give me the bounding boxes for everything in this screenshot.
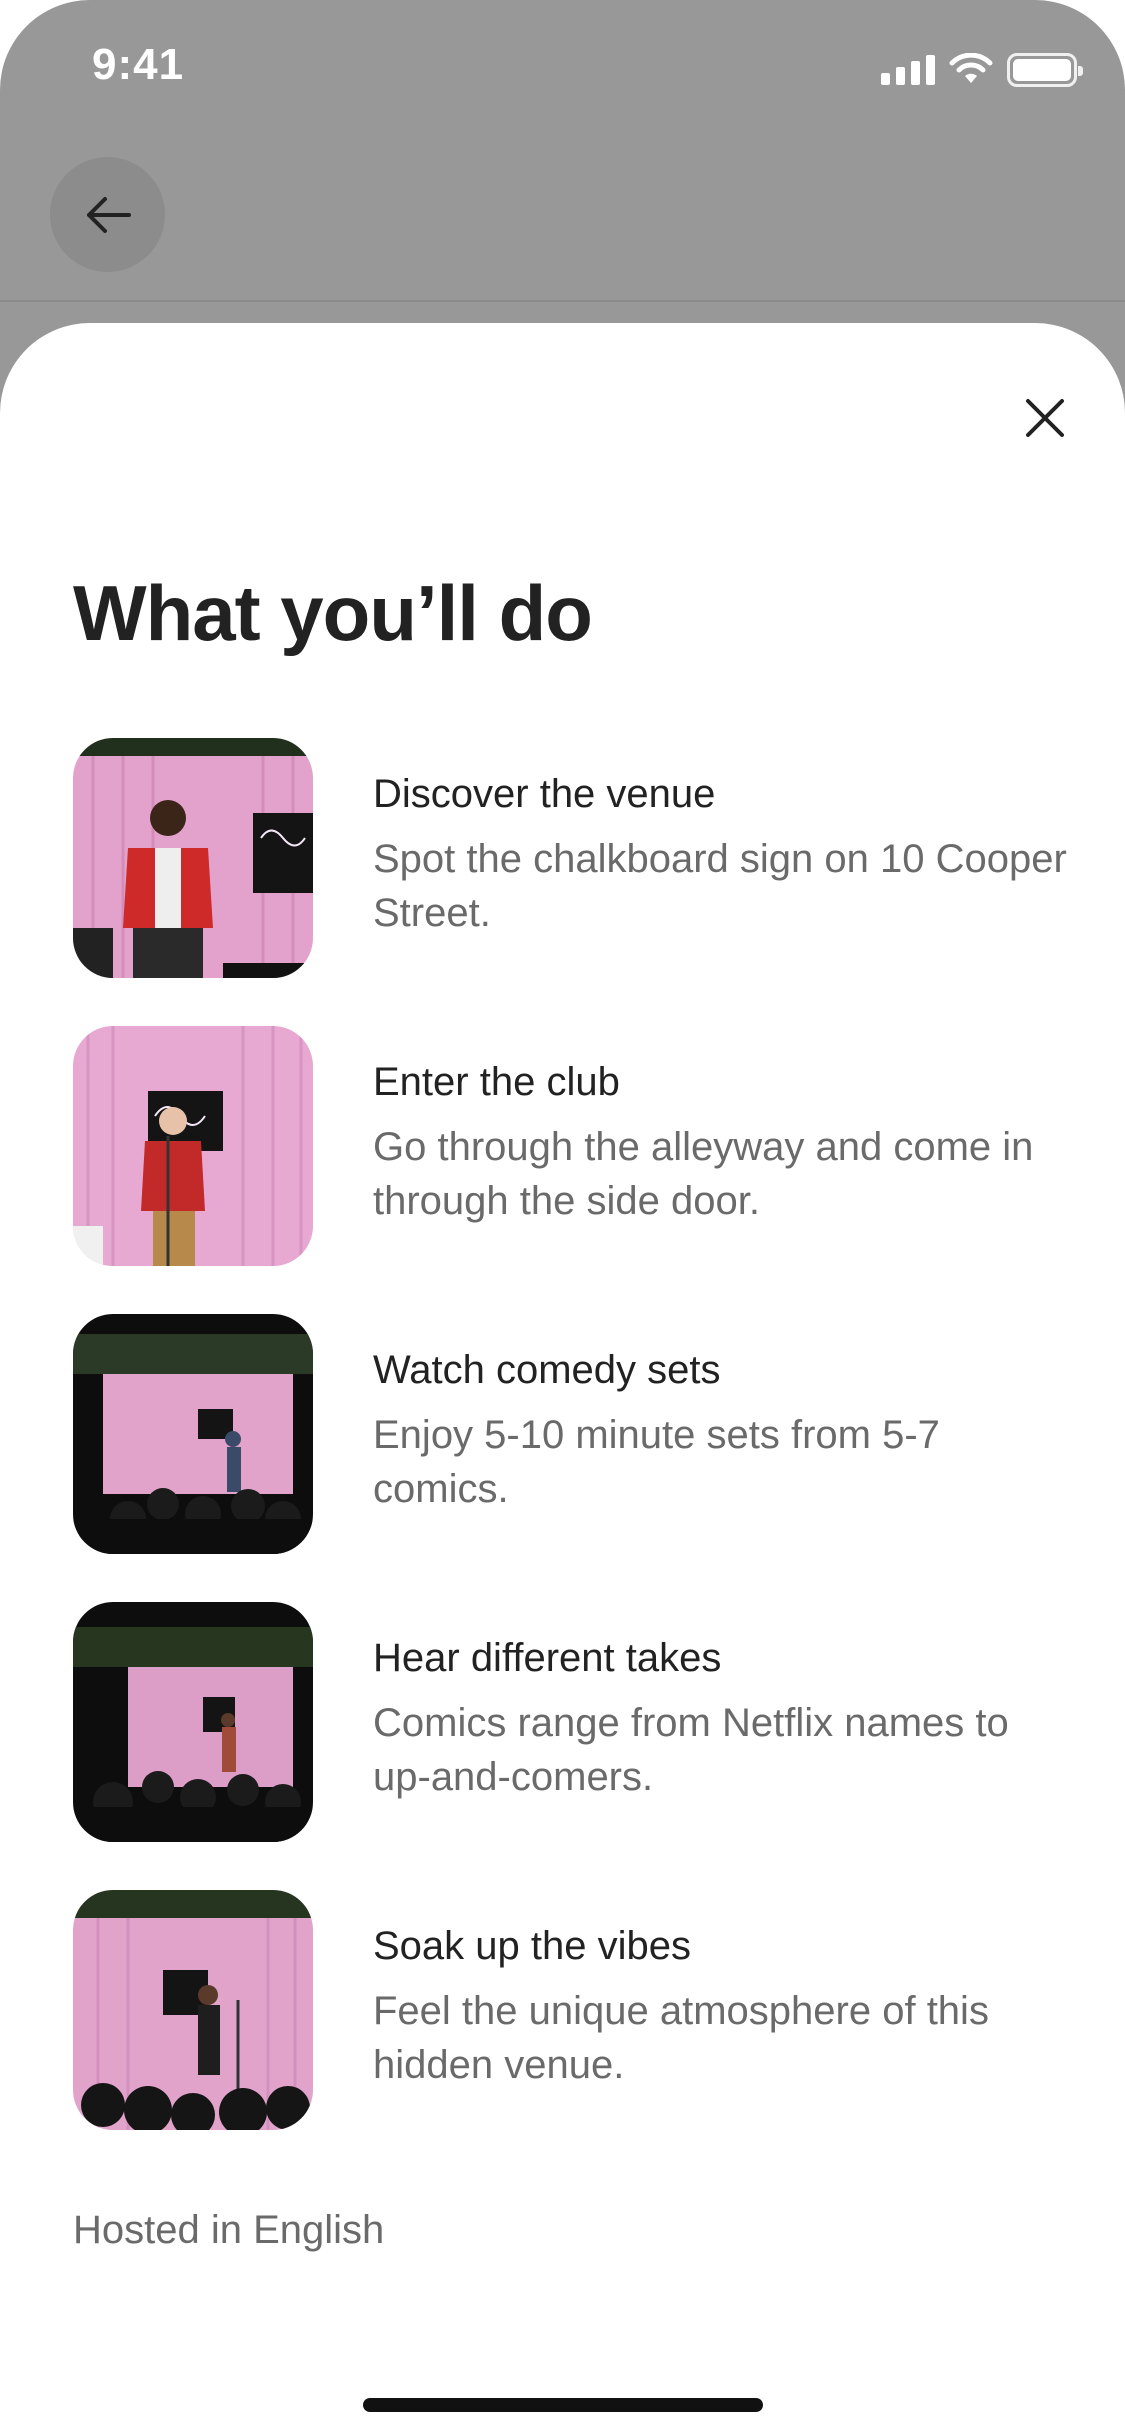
activity-title: Soak up the vibes (373, 1924, 691, 1968)
activity-description: Feel the unique atmosphere of this hidde… (373, 1989, 989, 2087)
language-note: Hosted in English (73, 2208, 385, 2252)
comedian-and-crowd-photo (73, 1890, 313, 2130)
activity-description: Go through the alleyway and come in thro… (373, 1125, 1034, 1223)
arrow-left-icon (86, 196, 131, 233)
activity-text: Soak up the vibes Feel the unique atmosp… (373, 1920, 1073, 2092)
status-icons (881, 50, 1083, 90)
modal-sheet: What you’ll do Discover the venue Spot t… (0, 323, 1125, 2436)
stage-wide-shot-photo (73, 1602, 313, 1842)
stage-with-audience-photo (73, 1314, 313, 1554)
activity-item: Soak up the vibes Feel the unique atmosp… (73, 1890, 1073, 2178)
activity-description: Spot the chalkboard sign on 10 Cooper St… (373, 837, 1067, 935)
activity-title: Enter the club (373, 1060, 620, 1104)
activity-list: Discover the venue Spot the chalkboard s… (73, 738, 1073, 2178)
activity-item: Hear different takes Comics range from N… (73, 1602, 1073, 1890)
home-indicator[interactable] (363, 2398, 763, 2412)
comedian-with-mic-photo (73, 738, 313, 978)
activity-text: Hear different takes Comics range from N… (373, 1632, 1073, 1804)
status-bar: 9:41 (0, 0, 1125, 140)
activity-text: Discover the venue Spot the chalkboard s… (373, 768, 1073, 940)
activity-item: Enter the club Go through the alleyway a… (73, 1026, 1073, 1314)
activity-title: Discover the venue (373, 772, 716, 816)
activity-item: Discover the venue Spot the chalkboard s… (73, 738, 1073, 1026)
activity-item: Watch comedy sets Enjoy 5-10 minute sets… (73, 1314, 1073, 1602)
comedian-red-jacket-photo (73, 1026, 313, 1266)
modal-title: What you’ll do (73, 569, 593, 657)
activity-description: Comics range from Netflix names to up-an… (373, 1701, 1009, 1799)
back-button[interactable] (50, 157, 165, 272)
activity-description: Enjoy 5-10 minute sets from 5-7 comics. (373, 1413, 940, 1511)
wifi-icon (949, 53, 993, 83)
activity-title: Hear different takes (373, 1636, 722, 1680)
activity-text: Watch comedy sets Enjoy 5-10 minute sets… (373, 1344, 1073, 1516)
header-divider (0, 300, 1125, 302)
phone-screen: 9:41 What you’ll do Discover the venue S… (0, 0, 1125, 2436)
activity-text: Enter the club Go through the alleyway a… (373, 1056, 1073, 1228)
close-icon (1026, 399, 1064, 437)
activity-title: Watch comedy sets (373, 1348, 721, 1392)
battery-icon (1007, 53, 1083, 87)
cellular-signal-icon (881, 55, 935, 85)
status-time: 9:41 (92, 40, 185, 89)
close-button[interactable] (1005, 378, 1085, 458)
